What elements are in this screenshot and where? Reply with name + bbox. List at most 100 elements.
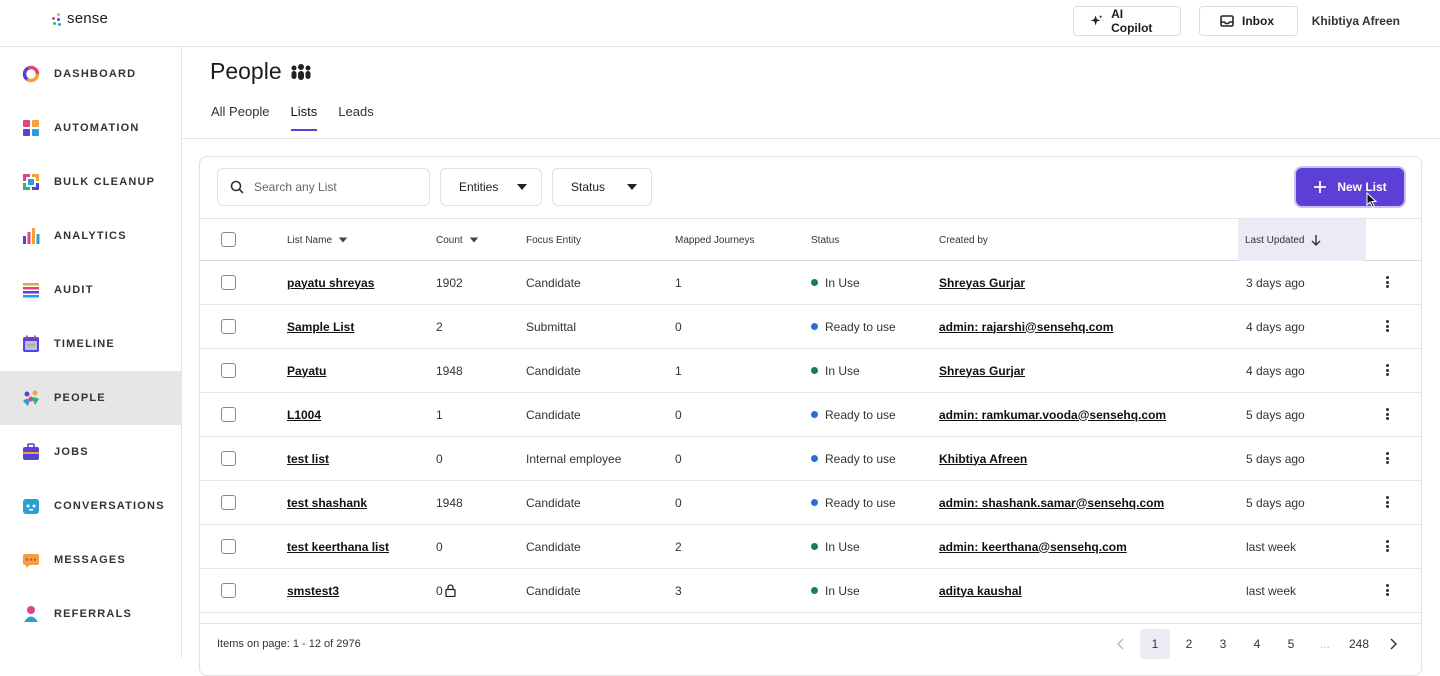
- status-dropdown[interactable]: Status: [552, 168, 652, 206]
- table-row[interactable]: L1004 1 Candidate 0 Ready to use admin: …: [200, 393, 1421, 437]
- page-button-5[interactable]: 5: [1276, 629, 1306, 659]
- row-checkbox[interactable]: [221, 451, 236, 466]
- sidebar-item-conversations[interactable]: CONVERSATIONS: [0, 479, 181, 533]
- created-by-link[interactable]: admin: keerthana@sensehq.com: [939, 540, 1127, 554]
- ai-copilot-label: AI Copilot: [1111, 7, 1153, 35]
- search-icon: [230, 180, 244, 194]
- sidebar-item-referrals[interactable]: REFERRALS: [0, 587, 181, 641]
- created-by-link[interactable]: aditya kaushal: [939, 584, 1022, 598]
- column-header-count[interactable]: Count: [436, 219, 479, 261]
- page-button-3[interactable]: 3: [1208, 629, 1238, 659]
- page-button-last[interactable]: 248: [1344, 629, 1374, 659]
- sense-logo[interactable]: sense: [52, 10, 108, 27]
- list-count: 1: [436, 407, 443, 422]
- column-header-focus-entity[interactable]: Focus Entity: [526, 219, 581, 261]
- sidebar-item-people[interactable]: PEOPLE: [0, 371, 181, 425]
- list-name-link[interactable]: Sample List: [287, 320, 354, 334]
- list-name-link[interactable]: smstest3: [287, 584, 339, 598]
- created-by-link[interactable]: admin: ramkumar.vooda@sensehq.com: [939, 408, 1166, 422]
- column-label: Last Updated: [1245, 234, 1305, 246]
- list-name-link[interactable]: test shashank: [287, 496, 367, 510]
- column-header-mapped-journeys[interactable]: Mapped Journeys: [675, 219, 755, 261]
- table-row[interactable]: test keerthana list 0 Candidate 2 In Use…: [200, 525, 1421, 569]
- table-row[interactable]: test shashank 1948 Candidate 0 Ready to …: [200, 481, 1421, 525]
- next-page-button[interactable]: [1378, 629, 1408, 659]
- list-name-link[interactable]: L1004: [287, 408, 321, 422]
- created-by-link[interactable]: Shreyas Gurjar: [939, 364, 1025, 378]
- row-kebab-menu-icon[interactable]: [1386, 452, 1389, 464]
- status-dot: [811, 323, 818, 330]
- row-checkbox[interactable]: [221, 495, 236, 510]
- status-text: Ready to use: [825, 495, 896, 510]
- focus-entity: Candidate: [526, 275, 581, 290]
- sidebar-item-audit[interactable]: AUDIT: [0, 263, 181, 317]
- ai-copilot-button[interactable]: AI Copilot: [1073, 6, 1181, 36]
- search-box[interactable]: [217, 168, 430, 206]
- list-name-link[interactable]: payatu shreyas: [287, 276, 374, 290]
- sidebar-item-timeline[interactable]: TIMELINE: [0, 317, 181, 371]
- sidebar-item-dashboard[interactable]: DASHBOARD: [0, 47, 181, 101]
- sidebar-item-label: REFERRALS: [54, 608, 133, 620]
- user-menu-name[interactable]: Khibtiya Afreen: [1312, 14, 1400, 28]
- sidebar-item-bulk-cleanup[interactable]: BULK CLEANUP: [0, 155, 181, 209]
- status-text: In Use: [825, 363, 860, 378]
- tab-all-people[interactable]: All People: [211, 104, 270, 131]
- created-by-link[interactable]: admin: shashank.samar@sensehq.com: [939, 496, 1164, 510]
- row-checkbox[interactable]: [221, 407, 236, 422]
- row-kebab-menu-icon[interactable]: [1386, 276, 1389, 288]
- arrow-down-icon: [1311, 235, 1320, 246]
- search-input[interactable]: [254, 180, 414, 194]
- sidebar-item-automation[interactable]: AUTOMATION: [0, 101, 181, 155]
- page-button-1[interactable]: 1: [1140, 629, 1170, 659]
- status-text: In Use: [825, 275, 860, 290]
- row-checkbox[interactable]: [221, 539, 236, 554]
- row-kebab-menu-icon[interactable]: [1386, 364, 1389, 376]
- row-kebab-menu-icon[interactable]: [1386, 408, 1389, 420]
- tab-lists[interactable]: Lists: [290, 104, 318, 131]
- table-row[interactable]: payatu shreyas 1902 Candidate 1 In Use S…: [200, 261, 1421, 305]
- created-by-link[interactable]: Shreyas Gurjar: [939, 276, 1025, 290]
- list-name-link[interactable]: test list: [287, 452, 329, 466]
- row-kebab-menu-icon[interactable]: [1386, 540, 1389, 552]
- list-name-link[interactable]: test keerthana list: [287, 540, 389, 554]
- page-button-2[interactable]: 2: [1174, 629, 1204, 659]
- row-checkbox[interactable]: [221, 583, 236, 598]
- dashboard-ring-icon: [22, 65, 40, 83]
- audit-list-icon: [23, 283, 39, 298]
- tab-leads[interactable]: Leads: [338, 104, 373, 131]
- mapped-journeys: 0: [675, 319, 682, 334]
- status-text: In Use: [825, 583, 860, 598]
- previous-page-button[interactable]: [1106, 629, 1136, 659]
- row-kebab-menu-icon[interactable]: [1386, 320, 1389, 332]
- column-header-created-by[interactable]: Created by: [939, 219, 988, 261]
- mapped-journeys: 1: [675, 363, 682, 378]
- row-checkbox[interactable]: [221, 319, 236, 334]
- column-header-last-updated[interactable]: Last Updated: [1238, 219, 1366, 261]
- page-button-4[interactable]: 4: [1242, 629, 1272, 659]
- table-row[interactable]: Payatu 1948 Candidate 1 In Use Shreyas G…: [200, 349, 1421, 393]
- row-checkbox[interactable]: [221, 275, 236, 290]
- column-header-list-name[interactable]: List Name: [287, 219, 348, 261]
- row-kebab-menu-icon[interactable]: [1386, 496, 1389, 508]
- sidebar-item-analytics[interactable]: ANALYTICS: [0, 209, 181, 263]
- status-text: In Use: [825, 539, 860, 554]
- sidebar-item-jobs[interactable]: JOBS: [0, 425, 181, 479]
- focus-entity: Submittal: [526, 319, 577, 334]
- table-row[interactable]: smstest3 0 Candidate 3 In Use aditya kau…: [200, 569, 1421, 613]
- created-by-link[interactable]: admin: rajarshi@sensehq.com: [939, 320, 1113, 334]
- created-by-link[interactable]: Khibtiya Afreen: [939, 452, 1027, 466]
- sidebar-item-messages[interactable]: MESSAGES: [0, 533, 181, 587]
- mouse-cursor-icon: [1366, 192, 1378, 209]
- row-checkbox[interactable]: [221, 363, 236, 378]
- select-all-checkbox[interactable]: [221, 232, 236, 247]
- row-kebab-menu-icon[interactable]: [1386, 584, 1389, 596]
- column-header-status[interactable]: Status: [811, 219, 839, 261]
- status-text: Ready to use: [825, 319, 896, 334]
- entities-dropdown[interactable]: Entities: [440, 168, 542, 206]
- last-updated: 5 days ago: [1246, 451, 1305, 466]
- table-row[interactable]: test list 0 Internal employee 0 Ready to…: [200, 437, 1421, 481]
- list-name-link[interactable]: Payatu: [287, 364, 326, 378]
- new-list-button[interactable]: New List: [1296, 168, 1404, 206]
- table-row[interactable]: Sample List 2 Submittal 0 Ready to use a…: [200, 305, 1421, 349]
- inbox-button[interactable]: Inbox: [1199, 6, 1298, 36]
